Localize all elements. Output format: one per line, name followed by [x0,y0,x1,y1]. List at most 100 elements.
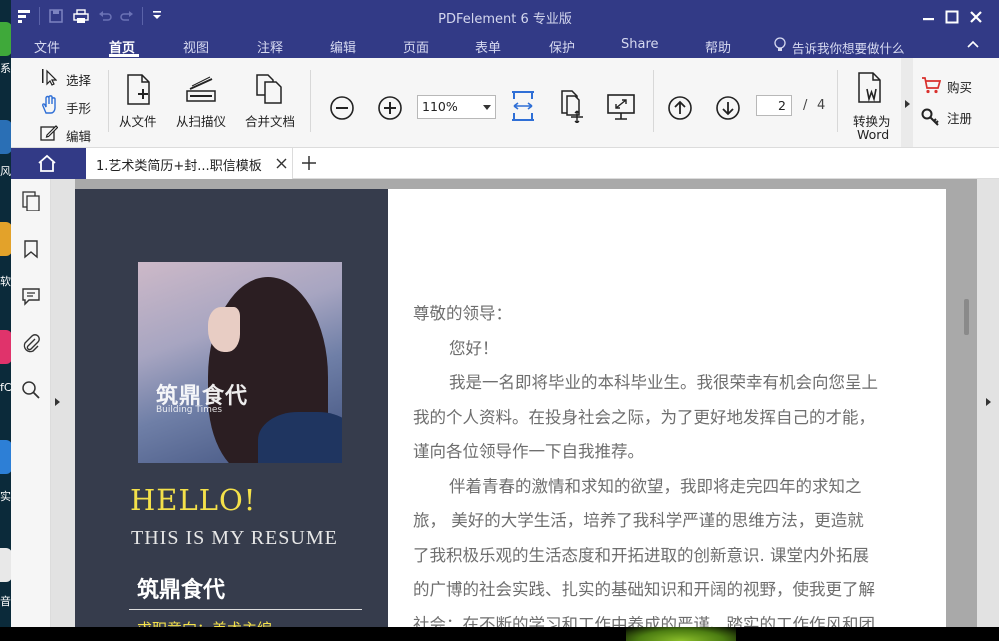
menu-file[interactable]: 文件 [34,37,60,56]
page-total: 4 [817,98,826,113]
minimize-icon[interactable] [922,10,936,24]
desktop-app-label: 系 [0,62,11,75]
letter-line: 伴着青春的激情和求知的欲望，我即将走完四年的求知之 [449,476,862,496]
hello-heading: HELLO! [130,483,257,517]
lightbulb-icon [774,37,786,51]
cart-icon[interactable] [921,76,941,94]
desktop-app-label: 风 [0,165,11,178]
zoom-select[interactable]: 110% [417,95,496,119]
collapse-ribbon-icon[interactable] [967,40,979,49]
menu-view[interactable]: 视图 [183,37,209,56]
from-file-label[interactable]: 从文件 [119,111,157,130]
pdf-page: 筑鼎食代 Building Times HELLO! THIS IS MY RE… [75,189,946,627]
letter-line: 谨向各位领导作一下自我推荐。 [413,442,644,461]
profile-photo: 筑鼎食代 Building Times [138,262,342,463]
letter-line: 您好！ [449,338,499,358]
register-label[interactable]: 注册 [947,108,972,127]
select-tool-label[interactable]: 选择 [66,70,91,89]
menu-edit[interactable]: 编辑 [330,37,356,56]
next-page-icon[interactable] [715,95,741,121]
menu-share[interactable]: Share [621,37,659,52]
menu-help[interactable]: 帮助 [705,37,731,56]
vertical-scrollbar-thumb[interactable] [964,299,969,335]
close-icon[interactable] [969,10,983,24]
divider [129,609,362,610]
divider [653,70,654,132]
document-viewer[interactable]: 筑鼎食代 Building Times HELLO! THIS IS MY RE… [75,179,977,627]
page-number-input[interactable]: 2 [756,95,792,116]
letter-line: 旅， 美好的大学生活，培养了我科学严谨的思维方法，更造就 [413,511,864,530]
divider [310,70,311,132]
home-icon [38,154,56,172]
letter-line: 的广博的社会实践、扎实的基础知识和开阔的视野，使我更了解 [413,580,875,599]
divider [837,70,838,132]
close-tab-icon[interactable] [276,158,287,169]
desktop-background [0,627,999,641]
merge-documents-icon[interactable] [255,73,283,105]
divider [108,70,109,132]
title-bar: PDFelement 6 专业版 [11,0,999,32]
right-panel-toggle[interactable] [977,179,999,627]
ribbon-overflow[interactable] [901,58,913,147]
maximize-icon[interactable] [945,10,959,24]
photo-watermark-sub: Building Times [156,405,223,415]
zoom-value: 110% [422,99,458,114]
desktop-app-label: 音 [0,595,11,608]
document-tab-bar: 1.艺术类简历+封...职信模板 [11,148,999,179]
edit-tool-label[interactable]: 编辑 [66,126,91,145]
previous-page-icon[interactable] [667,95,693,121]
left-panel-toggle[interactable] [51,179,75,627]
buy-label[interactable]: 购买 [947,77,972,96]
app-window: PDFelement 6 专业版 文件 首页 视图 注释 编辑 页面 表单 保护… [11,0,999,627]
convert-to-word-label-2[interactable]: Word [857,127,889,142]
scanner-icon[interactable] [184,75,218,105]
page-separator: / [803,98,808,113]
edit-tool-icon[interactable] [40,124,58,142]
desktop-app-label: 实 [0,490,11,503]
key-icon[interactable] [921,107,941,127]
wallpaper-leaf [626,627,736,641]
document-tab[interactable]: 1.艺术类简历+封...职信模板 [86,148,293,179]
create-from-file-icon[interactable] [125,74,153,106]
chevron-down-icon [483,105,491,110]
active-menu-indicator [109,54,139,57]
thumbnails-icon[interactable] [21,191,41,211]
hand-tool-icon[interactable] [40,95,58,115]
menu-page[interactable]: 页面 [403,37,429,56]
menu-form[interactable]: 表单 [475,37,501,56]
from-scanner-label[interactable]: 从扫描仪 [176,111,226,130]
menu-bar: 文件 首页 视图 注释 编辑 页面 表单 保护 Share 帮助 告诉我你想要做… [11,32,999,58]
full-screen-icon[interactable] [606,93,636,121]
hand-tool-label[interactable]: 手形 [66,98,91,117]
chevron-right-icon [986,398,991,406]
zoom-out-icon[interactable] [329,95,355,121]
chevron-right-icon [905,100,910,108]
tell-me-search[interactable]: 告诉我你想要做什么 [792,38,905,57]
window-title: PDFelement 6 专业版 [438,12,572,27]
cover-letter-text: 尊敬的领导： 您好！ 我是一名即将毕业的本科毕业生。我很荣幸有机会向您呈上 我的… [413,297,903,627]
word-document-icon[interactable] [857,72,883,104]
search-icon[interactable] [21,380,41,400]
left-panel-sidebar [11,179,51,627]
home-tab[interactable] [11,148,86,179]
job-intent: 求职意向：美术主编 [137,618,272,627]
letter-line: 我是一名即将毕业的本科毕业生。我很荣幸有机会向您呈上 [449,373,878,392]
letter-line: 了我积极乐观的生活态度和开拓进取的创新意识. 课堂内外拓展 [413,545,869,565]
desktop-app-label: fC [0,381,12,394]
select-cursor-icon[interactable] [41,68,57,86]
photo-face [208,307,240,352]
menu-comment[interactable]: 注释 [257,37,283,56]
comment-icon[interactable] [21,286,41,306]
fit-width-icon[interactable] [510,89,536,123]
chevron-right-icon [55,398,60,406]
attachment-icon[interactable] [21,333,41,355]
fit-page-icon[interactable] [559,89,585,123]
letter-line: 尊敬的领导： [413,304,512,323]
menu-protect[interactable]: 保护 [549,37,575,56]
new-tab-icon[interactable] [301,155,317,171]
document-tab-label: 1.艺术类简历+封...职信模板 [96,159,262,174]
bookmark-icon[interactable] [21,239,41,259]
merge-label[interactable]: 合并文档 [245,111,295,130]
photo-shoulder [258,412,342,463]
zoom-in-icon[interactable] [377,95,403,121]
